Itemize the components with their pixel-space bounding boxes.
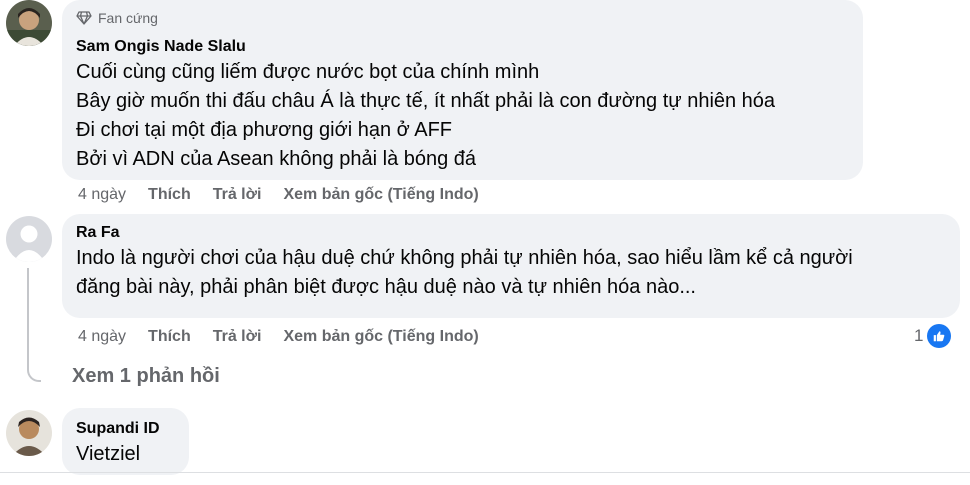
comment-bubble: Ra Fa Indo là người chơi của hậu duệ chứ… [62,214,960,318]
see-original-button[interactable]: Xem bản gốc (Tiếng Indo) [283,186,478,204]
comment-actions: 4 ngày Thích Trả lời Xem bản gốc (Tiếng … [78,325,479,349]
reply-button[interactable]: Trả lời [213,186,262,204]
avatar-default[interactable] [6,216,52,262]
comment-text-line: Bởi vì ADN của Asean không phải là bóng … [76,148,477,170]
divider [0,472,970,473]
timestamp-link[interactable]: 4 ngày [78,186,126,204]
comment-text-line: Bây giờ muốn thi đấu châu Á là thực tế, … [76,90,776,112]
avatar[interactable] [6,0,52,46]
reaction-count: 1 [914,326,924,345]
comment-text-line: Indo là người chơi của hậu duệ chứ không… [76,247,853,269]
like-button[interactable]: Thích [148,186,191,204]
reply-button[interactable]: Trả lời [213,328,262,346]
like-icon [927,324,952,348]
comment-author[interactable]: Ra Fa [76,222,946,244]
comment-author[interactable]: Sam Ongis Nade Slalu [76,36,849,58]
comment-bubble: Supandi ID Vietziel [62,408,189,475]
avatar[interactable] [6,410,52,456]
see-original-button[interactable]: Xem bản gốc (Tiếng Indo) [283,328,478,346]
comment-text-line: đăng bài này, phải phân biệt được hậu du… [76,276,696,298]
timestamp-link[interactable]: 4 ngày [78,328,126,346]
comment-text-line: Đi chơi tại một địa phương giới hạn ở AF… [76,119,453,141]
like-button[interactable]: Thích [148,328,191,346]
comment-actions: 4 ngày Thích Trả lời Xem bản gốc (Tiếng … [78,183,479,207]
comment-author[interactable]: Supandi ID [76,418,175,440]
comment-bubble: Fan cứng Sam Ongis Nade Slalu Cuối cùng … [62,0,863,180]
comment-text-line: Vietziel [76,443,141,465]
comment-text-line: Cuối cùng cũng liếm được nước bọt của ch… [76,61,540,83]
reaction-summary[interactable]: 1 [914,324,952,348]
badge-label: Fan cứng [98,10,158,26]
fan-badge: Fan cứng [76,8,849,28]
thread-connector [27,268,41,382]
view-replies-link[interactable]: Xem 1 phản hồi [72,365,220,388]
diamond-icon [76,11,92,25]
